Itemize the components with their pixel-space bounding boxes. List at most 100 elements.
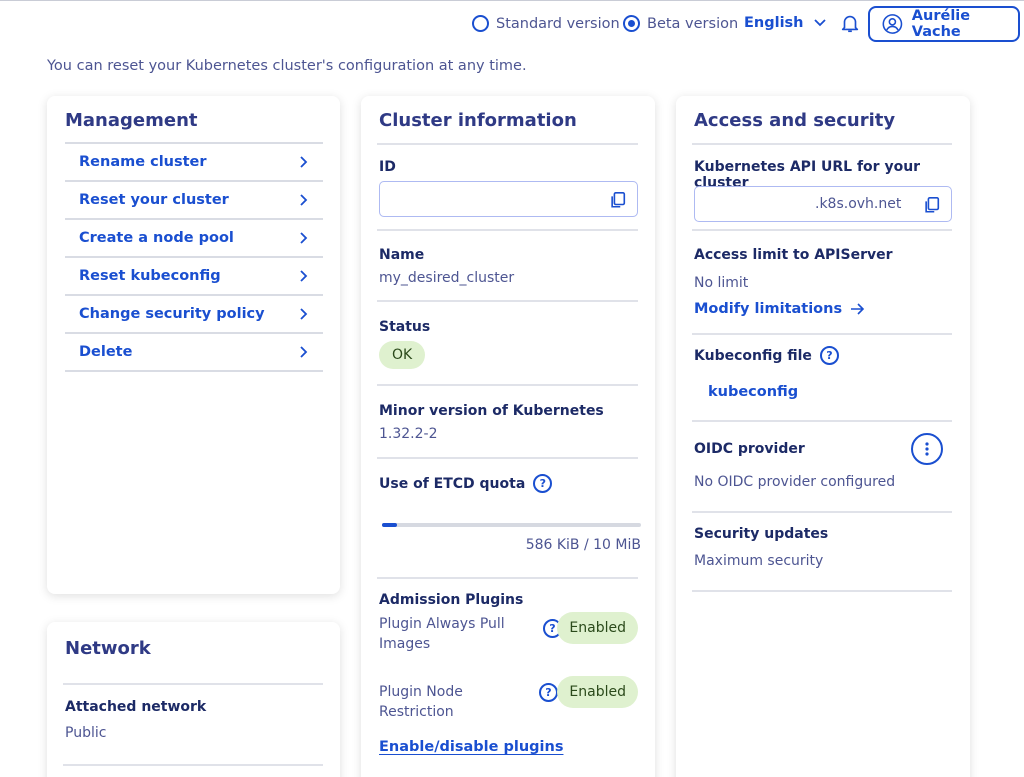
reset-cluster-item[interactable]: Reset your cluster xyxy=(65,182,323,220)
help-icon[interactable]: ? xyxy=(819,346,839,365)
access-limit-label: Access limit to APIServer xyxy=(694,247,893,263)
etcd-quota-label: Use of ETCD quota xyxy=(379,475,526,492)
oidc-actions-menu[interactable] xyxy=(911,433,943,465)
help-icon[interactable]: ? xyxy=(533,474,553,493)
divider xyxy=(377,229,638,231)
divider xyxy=(377,300,638,302)
menu-item-label: Reset kubeconfig xyxy=(79,268,221,284)
api-url-value: .k8s.ovh.net xyxy=(815,196,902,212)
etcd-quota-progress-fill xyxy=(382,523,397,527)
menu-item-label: Delete xyxy=(79,344,133,360)
user-account-button[interactable]: Aurélie Vache xyxy=(868,6,1020,42)
more-vertical-icon xyxy=(925,442,929,456)
cluster-id-field[interactable] xyxy=(379,181,638,217)
kubeconfig-label-row: Kubeconfig file ? xyxy=(694,346,952,365)
access-limit-field: Access limit to APIServer No limit Modif… xyxy=(694,247,952,317)
divider xyxy=(377,457,638,459)
status-label: Status xyxy=(379,319,431,335)
delete-item[interactable]: Delete xyxy=(65,334,323,372)
enable-disable-plugins-link[interactable]: Enable/disable plugins xyxy=(379,739,563,755)
kubeconfig-label: Kubeconfig file xyxy=(694,347,812,364)
plugin-status-badge: Enabled xyxy=(557,612,638,644)
etcd-quota-progress xyxy=(382,523,641,527)
menu-item-label: Create a node pool xyxy=(79,230,234,246)
network-card: Network Attached network Public xyxy=(47,622,340,777)
divider xyxy=(692,333,952,335)
cluster-info-card: Cluster information ID Name my_desired_c… xyxy=(361,96,655,777)
reset-kubeconfig-item[interactable]: Reset kubeconfig xyxy=(65,258,323,296)
status-badge: OK xyxy=(379,341,426,369)
api-url-input[interactable]: .k8s.ovh.net xyxy=(694,186,952,222)
bell-icon[interactable] xyxy=(839,12,861,34)
kubernetes-version-label: Minor version of Kubernetes xyxy=(379,403,604,419)
top-border xyxy=(0,0,1024,1)
standard-version-label: Standard version xyxy=(496,15,620,32)
user-icon xyxy=(882,14,903,34)
plugin-row: Plugin Always Pull Images ? Enabled xyxy=(379,612,638,660)
divider xyxy=(692,420,952,422)
menu-item-label: Rename cluster xyxy=(79,154,207,170)
plugin-row: Plugin Node Restriction ? Enabled xyxy=(379,676,638,728)
intro-text: You can reset your Kubernetes cluster's … xyxy=(47,58,527,74)
network-title: Network xyxy=(65,638,151,659)
kubeconfig-download-link[interactable]: kubeconfig xyxy=(708,384,952,400)
plugin-status-badge: Enabled xyxy=(557,676,638,708)
id-field: ID xyxy=(379,159,637,175)
security-updates-label: Security updates xyxy=(694,526,829,542)
divider xyxy=(692,511,952,513)
user-name: Aurélie Vache xyxy=(911,8,971,40)
admission-plugins-field: Admission Plugins xyxy=(379,592,637,608)
divider xyxy=(692,590,952,592)
management-title: Management xyxy=(65,110,198,131)
standard-version-radio[interactable]: Standard version xyxy=(472,15,620,32)
access-security-card: Access and security Kubernetes API URL f… xyxy=(676,96,970,777)
beta-version-radio[interactable]: Beta version xyxy=(623,15,738,32)
help-icon[interactable]: ? xyxy=(539,683,558,702)
attached-network-field: Attached network Public xyxy=(65,699,323,741)
access-limit-value: No limit xyxy=(694,275,749,291)
attached-network-value: Public xyxy=(65,725,107,741)
copy-icon[interactable] xyxy=(923,196,941,214)
chevron-right-icon xyxy=(300,194,308,206)
access-security-title: Access and security xyxy=(694,110,896,131)
divider xyxy=(377,384,638,386)
divider xyxy=(63,683,323,685)
arrow-right-icon xyxy=(851,303,865,315)
menu-item-label: Reset your cluster xyxy=(79,192,229,208)
chevron-down-icon xyxy=(813,19,826,27)
rename-cluster-item[interactable]: Rename cluster xyxy=(65,144,323,182)
chevron-right-icon xyxy=(300,156,308,168)
chevron-right-icon xyxy=(300,308,308,320)
cluster-name-value: my_desired_cluster xyxy=(379,270,515,286)
management-menu: Rename cluster Reset your cluster Create… xyxy=(65,142,323,372)
security-updates-field: Security updates Maximum security xyxy=(694,526,952,569)
management-card: Management Rename cluster Reset your clu… xyxy=(47,96,340,594)
modify-limitations-label: Modify limitations xyxy=(694,301,843,317)
language-selector[interactable]: English xyxy=(744,15,826,31)
status-field: Status OK xyxy=(379,319,637,369)
chevron-right-icon xyxy=(300,232,308,244)
copy-icon[interactable] xyxy=(609,191,627,209)
attached-network-label: Attached network xyxy=(65,699,207,715)
name-label: Name xyxy=(379,247,425,263)
id-label: ID xyxy=(379,159,396,175)
menu-item-label: Change security policy xyxy=(79,306,265,322)
divider xyxy=(377,143,638,145)
kubeconfig-field: Kubeconfig file ? kubeconfig xyxy=(694,346,952,400)
create-node-pool-item[interactable]: Create a node pool xyxy=(65,220,323,258)
change-security-policy-item[interactable]: Change security policy xyxy=(65,296,323,334)
divider xyxy=(692,229,952,231)
kubernetes-version-value: 1.32.2-2 xyxy=(379,426,438,442)
kubernetes-version-field: Minor version of Kubernetes 1.32.2-2 xyxy=(379,403,637,442)
security-updates-value: Maximum security xyxy=(694,553,824,569)
modify-limitations-link[interactable]: Modify limitations xyxy=(694,301,952,317)
divider xyxy=(692,143,952,145)
etcd-quota-usage: 586 KiB / 10 MiB xyxy=(525,537,641,553)
name-field: Name my_desired_cluster xyxy=(379,247,637,286)
admission-plugins-label: Admission Plugins xyxy=(379,592,524,608)
etcd-quota-field: Use of ETCD quota ? xyxy=(379,474,637,493)
divider xyxy=(377,577,638,579)
radio-checked-icon xyxy=(623,15,640,32)
cluster-info-title: Cluster information xyxy=(379,110,577,131)
language-label: English xyxy=(744,15,804,31)
